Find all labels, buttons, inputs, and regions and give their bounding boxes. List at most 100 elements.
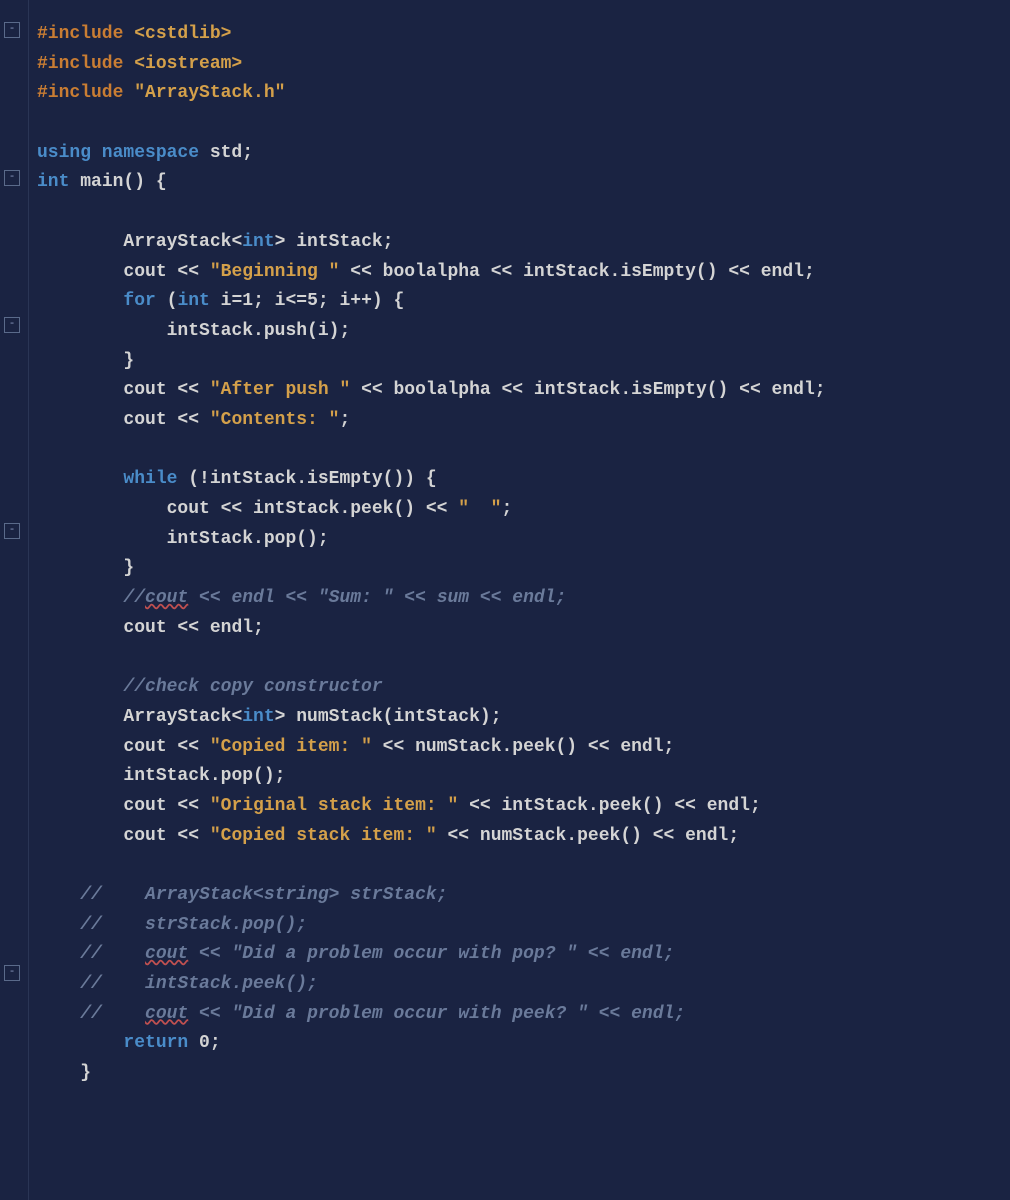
code-line: using namespace std; (37, 139, 826, 169)
code-token: << "Did a problem occur with peek? " << … (188, 1004, 685, 1024)
code-token: cout << intStack.peek() << (167, 499, 459, 519)
fold-toggle-icon[interactable]: - (4, 170, 20, 186)
code-line: int main() { (37, 168, 826, 198)
code-token: "Original stack item: " (210, 796, 458, 816)
code-token: #include (37, 24, 134, 44)
gutter: - - - - - (0, 0, 29, 1200)
code-line: cout << endl; (37, 614, 826, 644)
code-token: > intStack; (275, 232, 394, 252)
code-token: cout (145, 588, 188, 608)
code-line (37, 436, 826, 466)
code-line: intStack.push(i); (37, 317, 826, 347)
code-token: } (123, 351, 134, 371)
code-line: } (37, 1059, 826, 1089)
code-token: cout << (123, 737, 209, 757)
code-token: main() { (80, 172, 166, 192)
code-token: // (123, 588, 145, 608)
code-token: // strStack.pop(); (80, 915, 307, 935)
code-line: // cout << "Did a problem occur with pee… (37, 1000, 826, 1030)
code-line: // intStack.peek(); (37, 970, 826, 1000)
code-line (37, 109, 826, 139)
code-token: using namespace (37, 143, 210, 163)
code-token: << intStack.peek() << endl; (458, 796, 760, 816)
code-token: cout << (123, 826, 209, 846)
code-token: //check copy constructor (123, 677, 382, 697)
fold-toggle-icon[interactable]: - (4, 317, 20, 333)
fold-toggle-icon[interactable]: - (4, 965, 20, 981)
code-line: intStack.pop(); (37, 525, 826, 555)
code-token: cout (145, 944, 188, 964)
code-token: i=1; i<=5; i++) { (221, 291, 405, 311)
code-line: //check copy constructor (37, 673, 826, 703)
code-token: ( (167, 291, 178, 311)
code-token: << numStack.peek() << endl; (372, 737, 674, 757)
code-line: // cout << "Did a problem occur with pop… (37, 940, 826, 970)
code-token: // (80, 1004, 145, 1024)
code-line (37, 198, 826, 228)
code-line: cout << "After push " << boolalpha << in… (37, 376, 826, 406)
code-line: cout << "Copied item: " << numStack.peek… (37, 733, 826, 763)
code-line: } (37, 347, 826, 377)
code-token: cout << (123, 796, 209, 816)
code-token: 0; (199, 1033, 221, 1053)
code-token: " " (458, 499, 501, 519)
code-token: for (123, 291, 166, 311)
code-token: } (123, 558, 134, 578)
code-token: > numStack(intStack); (275, 707, 502, 727)
code-token: cout << (123, 410, 209, 430)
code-line: cout << intStack.peek() << " "; (37, 495, 826, 525)
code-token: << endl << "Sum: " << sum << endl; (188, 588, 566, 608)
code-token: while (123, 469, 188, 489)
fold-toggle-icon[interactable]: - (4, 523, 20, 539)
code-token: ; (502, 499, 513, 519)
code-token: "Copied stack item: " (210, 826, 437, 846)
code-line: ArrayStack<int> numStack(intStack); (37, 703, 826, 733)
code-line: return 0; (37, 1029, 826, 1059)
code-token: cout << endl; (123, 618, 263, 638)
code-line: for (int i=1; i<=5; i++) { (37, 287, 826, 317)
code-line (37, 851, 826, 881)
code-token: } (80, 1063, 91, 1083)
code-line: while (!intStack.isEmpty()) { (37, 465, 826, 495)
code-token: << numStack.peek() << endl; (437, 826, 739, 846)
code-token: intStack.push(i); (167, 321, 351, 341)
code-area[interactable]: #include <cstdlib>#include <iostream>#in… (29, 0, 836, 1200)
code-token: ArrayStack< (123, 707, 242, 727)
code-token: "Beginning " (210, 262, 340, 282)
code-line: cout << "Copied stack item: " << numStac… (37, 822, 826, 852)
code-token: "Copied item: " (210, 737, 372, 757)
code-token: <iostream> (134, 54, 242, 74)
code-token: << boolalpha << intStack.isEmpty() << en… (339, 262, 814, 282)
code-token: // ArrayStack<string> strStack; (80, 885, 447, 905)
code-token: "Contents: " (210, 410, 340, 430)
code-token: "ArrayStack.h" (134, 83, 285, 103)
code-token: "After push " (210, 380, 350, 400)
code-line: ArrayStack<int> intStack; (37, 228, 826, 258)
code-token: << boolalpha << intStack.isEmpty() << en… (350, 380, 825, 400)
code-token: intStack.pop(); (167, 529, 329, 549)
code-editor: - - - - - #include <cstdlib>#include <iostre… (0, 0, 1010, 1200)
code-token: ; (339, 410, 350, 430)
code-token: cout << (123, 380, 209, 400)
code-line: // ArrayStack<string> strStack; (37, 881, 826, 911)
code-line: intStack.pop(); (37, 762, 826, 792)
code-line: //cout << endl << "Sum: " << sum << endl… (37, 584, 826, 614)
code-token: intStack.pop(); (123, 766, 285, 786)
code-token: (!intStack.isEmpty()) { (188, 469, 436, 489)
code-line: } (37, 554, 826, 584)
code-token: ArrayStack< (123, 232, 242, 252)
code-token: << "Did a problem occur with pop? " << e… (188, 944, 674, 964)
code-token: int (37, 172, 80, 192)
code-line: cout << "Beginning " << boolalpha << int… (37, 258, 826, 288)
code-line: #include "ArrayStack.h" (37, 79, 826, 109)
fold-toggle-icon[interactable]: - (4, 22, 20, 38)
code-token: return (123, 1033, 199, 1053)
code-line: // strStack.pop(); (37, 911, 826, 941)
code-line: cout << "Contents: "; (37, 406, 826, 436)
code-token: // (80, 944, 145, 964)
code-token: // intStack.peek(); (80, 974, 318, 994)
code-token: int (242, 707, 274, 727)
code-token: cout (145, 1004, 188, 1024)
code-line: #include <iostream> (37, 50, 826, 80)
code-line (37, 643, 826, 673)
